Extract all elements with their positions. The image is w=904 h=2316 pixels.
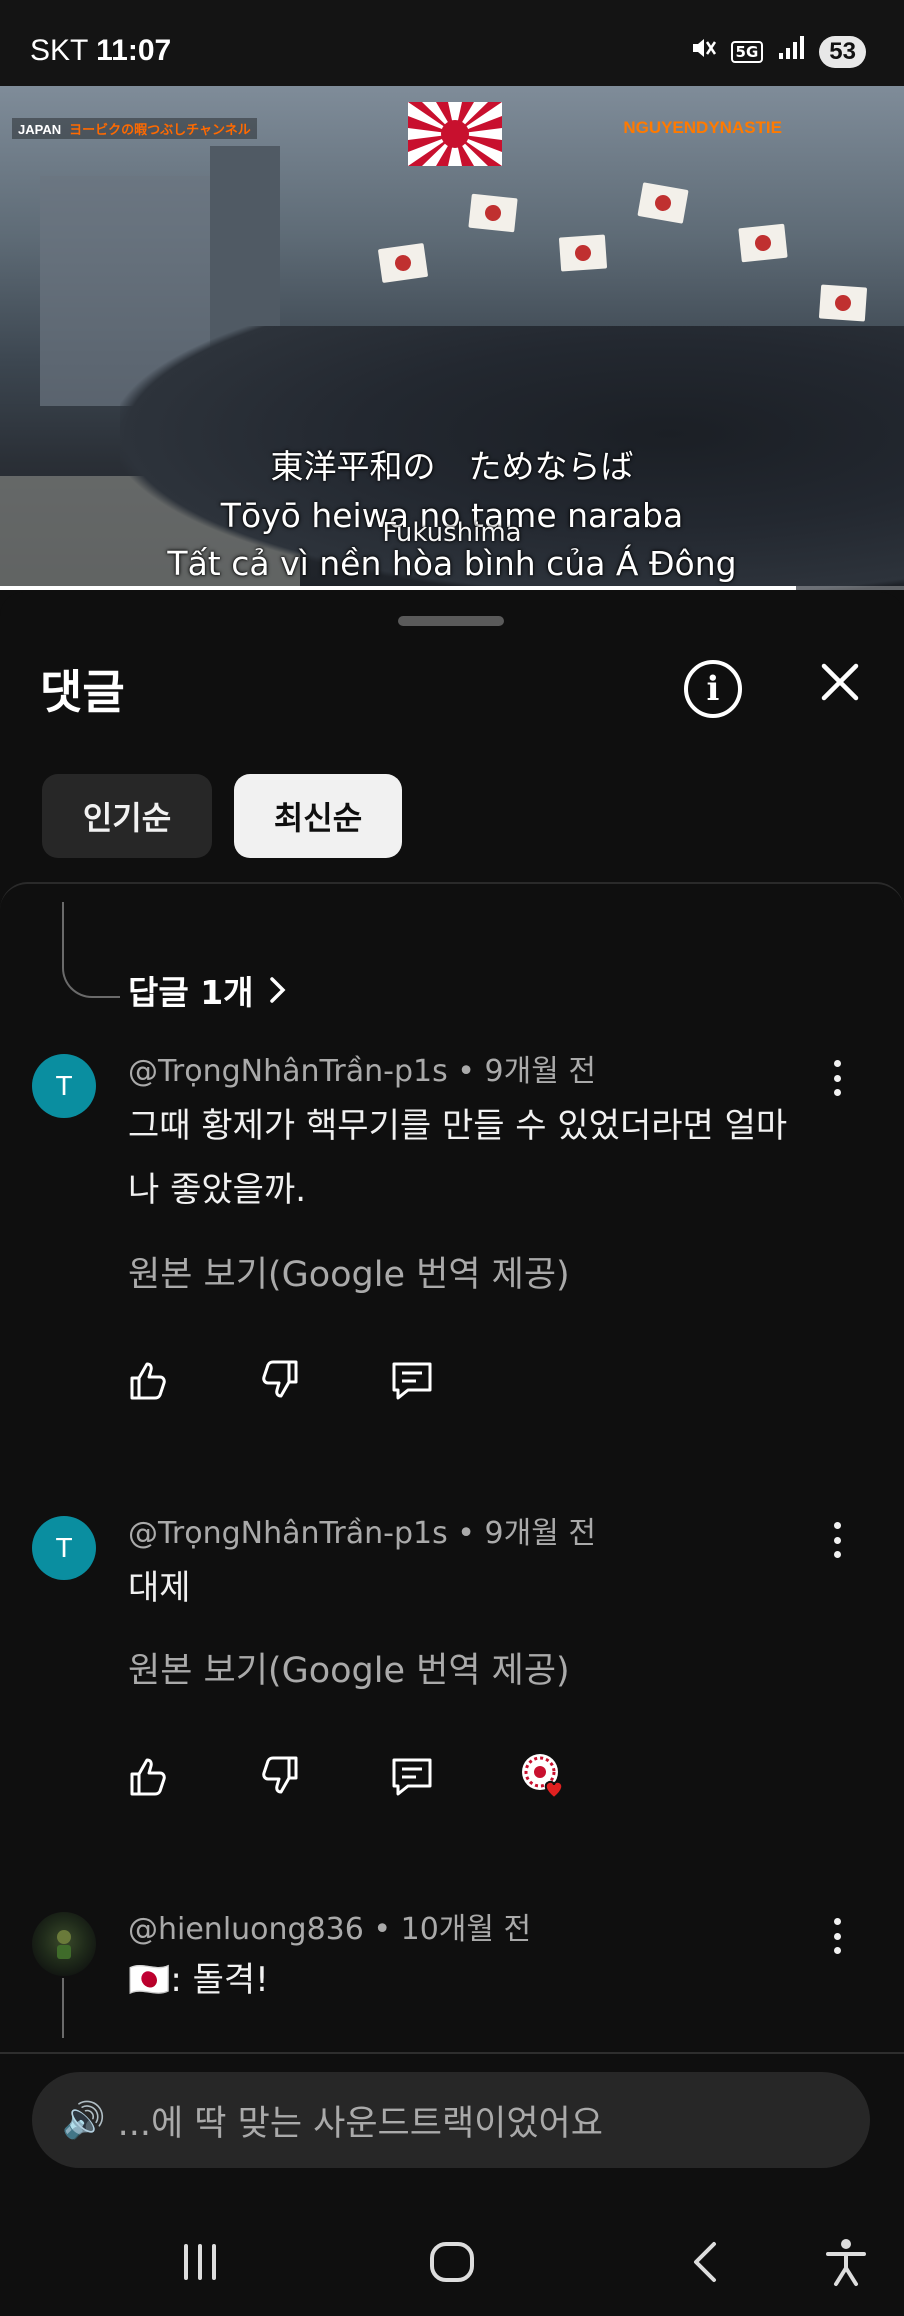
comment-author[interactable]: @TrọngNhânTrần-p1s: [128, 1516, 448, 1551]
network-badge: 5G: [730, 40, 764, 63]
reply-divider: [0, 2052, 904, 2054]
thread-connector: [62, 1978, 64, 2038]
dislike-icon[interactable]: [256, 1356, 304, 1404]
avatar-figure-icon: [57, 1930, 71, 1959]
see-original-link[interactable]: 원본 보기(Google 번역 제공): [128, 1642, 570, 1693]
video-channel-tag-right: NGUYENDYNASTIE: [623, 118, 782, 137]
video-channel-tag-left: JAPAN ヨービクの暇つぶしチャンネル: [12, 118, 257, 139]
status-icons: 5G 53: [689, 34, 866, 69]
chevron-right-icon: [269, 977, 286, 1003]
sort-newest-chip[interactable]: 최신순: [234, 774, 402, 858]
status-bar: SKT 11:07 5G 53: [0, 0, 904, 86]
close-icon[interactable]: [812, 654, 868, 710]
carrier-label: SKT: [30, 34, 88, 67]
mute-icon: [689, 34, 717, 69]
sound-emoji-icon: 🔊: [62, 2100, 106, 2141]
video-tag-text: ヨービクの暇つぶしチャンネル: [69, 122, 251, 137]
reply-icon[interactable]: [388, 1356, 436, 1404]
comment-text: 🇯🇵: 돌격!: [128, 1960, 269, 2000]
comment-author[interactable]: @TrọngNhânTrần-p1s: [128, 1054, 448, 1089]
video-progress-fill: [0, 586, 796, 590]
comment-time: 9개월 전: [484, 1516, 596, 1551]
system-nav-bar: [0, 2196, 904, 2316]
comment-actions: [124, 1356, 520, 1404]
crowd-flag: [818, 284, 868, 322]
dislike-icon[interactable]: [256, 1752, 304, 1800]
comment-text: 대제: [128, 1568, 191, 1608]
more-options-icon[interactable]: [822, 1056, 852, 1100]
more-options-icon[interactable]: [822, 1914, 852, 1958]
crowd-flag: [377, 242, 429, 284]
signal-icon: [777, 35, 805, 68]
comments-list[interactable]: 답글 1개 T @TrọngNhânTrần-p1s • 9개월 전 그때 황제…: [0, 882, 904, 2038]
comment-time: 9개월 전: [484, 1054, 596, 1089]
recent-apps-icon[interactable]: [170, 2232, 230, 2292]
subtitle-vietnamese: Tất cả vì nền hòa bình của Á Đông: [167, 544, 737, 583]
info-icon[interactable]: i: [684, 660, 742, 718]
replies-label: 답글 1개: [128, 973, 254, 1012]
subtitle-japanese: 東洋平和の ためならば: [270, 447, 634, 486]
sort-popular-chip[interactable]: 인기순: [42, 774, 212, 858]
crowd-flag: [558, 234, 608, 272]
comment-input[interactable]: 🔊 ...에 딱 맞는 사운드트랙이었어요: [32, 2072, 870, 2168]
comment-actions: [124, 1752, 652, 1800]
crowd-flag: [468, 193, 518, 233]
status-carrier-time: SKT 11:07: [30, 34, 171, 68]
more-options-icon[interactable]: [822, 1518, 852, 1562]
reply-icon[interactable]: [388, 1752, 436, 1800]
comment-text: 그때 황제가 핵무기를 만들 수 있었더라면 얼마나 좋았을까.: [128, 1106, 788, 1210]
comment-meta: @TrọngNhânTrần-p1s • 9개월 전: [128, 1054, 596, 1089]
battery-indicator: 53: [819, 35, 866, 68]
comment-author[interactable]: @hienluong836: [128, 1912, 364, 1947]
comment-meta: @hienluong836 • 10개월 전: [128, 1912, 532, 1947]
accessibility-icon[interactable]: [816, 2232, 876, 2292]
video-tag-prefix: JAPAN: [18, 122, 62, 137]
sheet-title: 댓글: [40, 665, 125, 719]
crowd-flag: [738, 223, 788, 263]
clock-label: 11:07: [96, 34, 172, 67]
back-icon[interactable]: [676, 2232, 736, 2292]
see-original-link[interactable]: 원본 보기(Google 번역 제공): [128, 1246, 570, 1297]
avatar[interactable]: T: [32, 1516, 96, 1580]
video-progress-bar[interactable]: [0, 586, 904, 590]
view-replies-link[interactable]: 답글 1개: [128, 966, 288, 1014]
thread-connector: [62, 902, 120, 998]
rising-sun-flag-icon: [408, 102, 502, 166]
drag-handle[interactable]: [398, 616, 504, 626]
home-icon[interactable]: [422, 2232, 482, 2292]
video-player[interactable]: JAPAN ヨービクの暇つぶしチャンネル NGUYENDYNASTIE 東洋平和の…: [0, 86, 904, 590]
comment-input-placeholder: ...에 딱 맞는 사운드트랙이었어요: [117, 2103, 603, 2144]
like-icon[interactable]: [124, 1752, 172, 1800]
avatar[interactable]: [32, 1912, 96, 1976]
like-icon[interactable]: [124, 1356, 172, 1404]
avatar[interactable]: T: [32, 1054, 96, 1118]
comment-meta: @TrọngNhânTrần-p1s • 9개월 전: [128, 1516, 596, 1551]
crowd-flag: [637, 182, 689, 224]
comment-time: 10개월 전: [400, 1912, 532, 1947]
creator-heart-icon: [522, 1754, 564, 1800]
comments-sheet: 댓글 i 인기순 최신순 답글 1개 T @TrọngNhânTrần-p1s …: [0, 592, 904, 2316]
